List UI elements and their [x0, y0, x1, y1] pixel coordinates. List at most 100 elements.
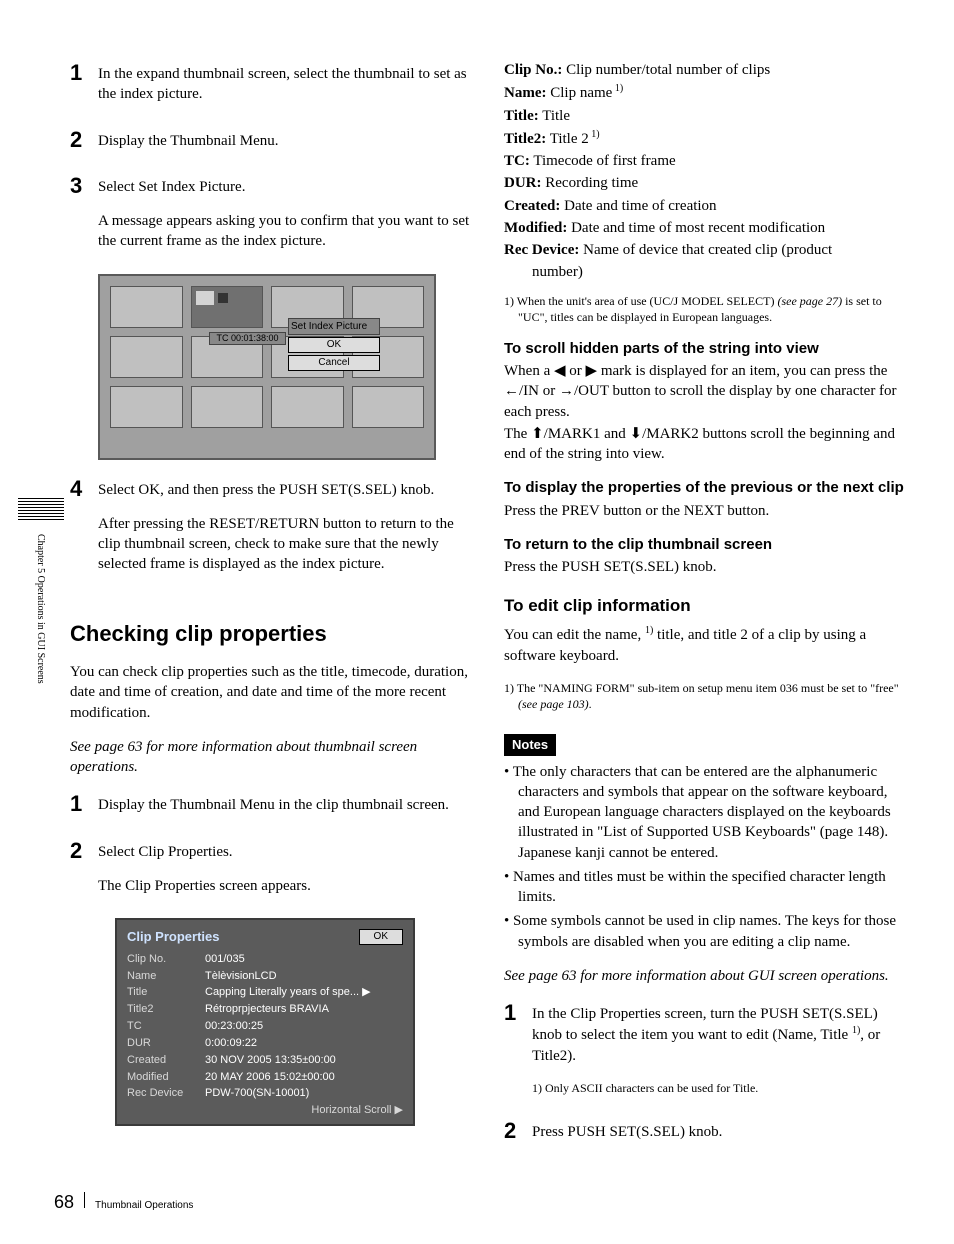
thumb-cell: [110, 286, 183, 328]
footnote-step: 1) Only ASCII characters can be used for…: [532, 1080, 904, 1096]
screenshot-set-index-picture: TC 00:01:38:00 Set Index Picture OK Canc…: [98, 274, 436, 460]
step-number: 3: [70, 173, 98, 266]
step-number: 4: [70, 476, 98, 589]
prop-value: TèlèvisionLCD: [205, 969, 403, 984]
prop-label: Created: [127, 1053, 205, 1068]
step-number: 2: [70, 838, 98, 911]
step-followup: The Clip Properties screen appears.: [98, 876, 472, 896]
prop-value: PDW-700(SN-10001): [205, 1086, 403, 1101]
prop-value: 0:00:09:22: [205, 1036, 403, 1051]
heading-prev-next: To display the properties of the previou…: [504, 478, 904, 498]
page-number: 68: [54, 1190, 74, 1214]
heading-return: To return to the clip thumbnail screen: [504, 535, 904, 555]
arrow-left-icon: ←: [504, 382, 519, 399]
def-created: Created: Date and time of creation: [504, 196, 904, 216]
thumb-cell: [191, 386, 264, 428]
step-number: 1: [504, 1000, 532, 1110]
step-followup: After pressing the RESET/RETURN button t…: [98, 514, 472, 575]
clip-prop-row: TC00:23:00:25: [127, 1019, 403, 1034]
step-text: In the Clip Properties screen, turn the …: [532, 1004, 904, 1066]
edit-clip-body: You can edit the name, 1) title, and tit…: [504, 624, 904, 666]
cancel-button[interactable]: Cancel: [288, 355, 380, 371]
ok-button[interactable]: OK: [288, 337, 380, 353]
step-followup: A message appears asking you to confirm …: [98, 211, 472, 252]
footnote-edit: 1) The "NAMING FORM" sub-item on setup m…: [504, 680, 904, 712]
prop-label: Title2: [127, 1002, 205, 1017]
step-number: 1: [70, 60, 98, 119]
step-b-2: 2 Select Clip Properties. The Clip Prope…: [70, 838, 472, 911]
arrow-right-icon: →: [559, 382, 574, 399]
def-title: Title: Title: [504, 106, 904, 126]
def-clip-no: Clip No.: Clip number/total number of cl…: [504, 60, 904, 80]
heading-scroll-hidden: To scroll hidden parts of the string int…: [504, 339, 904, 359]
def-name: Name: Clip name 1): [504, 82, 904, 103]
notes-label: Notes: [504, 734, 556, 756]
triangle-right-icon: ▶: [586, 362, 598, 379]
def-dur: DUR: Recording time: [504, 173, 904, 193]
clip-prop-row: DUR0:00:09:22: [127, 1036, 403, 1051]
prop-value: 001/035: [205, 952, 403, 967]
left-column: 1 In the expand thumbnail screen, select…: [70, 60, 472, 1164]
return-body: Press the PUSH SET(S.SEL) knob.: [504, 557, 904, 577]
footer-title: Thumbnail Operations: [95, 1199, 193, 1213]
prop-label: Modified: [127, 1070, 205, 1085]
prop-value: 20 MAY 2006 15:02±00:00: [205, 1070, 403, 1085]
prop-label: TC: [127, 1019, 205, 1034]
notes-list: The only characters that can be entered …: [504, 762, 904, 952]
heading-edit-clip-info: To edit clip information: [504, 595, 904, 618]
heading-checking-clip-properties: Checking clip properties: [70, 619, 472, 649]
step-text: Display the Thumbnail Menu in the clip t…: [98, 795, 472, 815]
prop-value: Rétroprpjecteurs BRAVIA: [205, 1002, 403, 1017]
step-a-4: 4 Select OK, and then press the PUSH SET…: [70, 476, 472, 589]
sidebar-stripes: [18, 498, 64, 522]
step-text: Select OK, and then press the PUSH SET(S…: [98, 480, 472, 500]
note-item: Some symbols cannot be used in clip name…: [504, 911, 904, 952]
right-column: Clip No.: Clip number/total number of cl…: [504, 60, 904, 1164]
see-also: See page 63 for more information about G…: [504, 966, 904, 986]
step-text: Select Clip Properties.: [98, 842, 472, 862]
thumb-cell: [110, 386, 183, 428]
clip-prop-row: Created30 NOV 2005 13:35±00:00: [127, 1053, 403, 1068]
thumb-cell: [352, 386, 425, 428]
arrow-down-icon: ⬇: [630, 425, 643, 442]
scroll-hidden-body: When a ◀ or ▶ mark is displayed for an i…: [504, 361, 904, 422]
clip-prop-row: Clip No.001/035: [127, 952, 403, 967]
step-a-3: 3 Select Set Index Picture. A message ap…: [70, 173, 472, 266]
prev-next-body: Press the PREV button or the NEXT button…: [504, 501, 904, 521]
prop-label: Clip No.: [127, 952, 205, 967]
arrow-up-icon: ⬆: [531, 425, 544, 442]
step-text: Display the Thumbnail Menu.: [98, 131, 472, 151]
step-a-2: 2 Display the Thumbnail Menu.: [70, 127, 472, 165]
def-modified: Modified: Date and time of most recent m…: [504, 218, 904, 238]
step-b-1: 1 Display the Thumbnail Menu in the clip…: [70, 791, 472, 829]
horizontal-scroll-hint: Horizontal Scroll ▶: [127, 1103, 403, 1118]
step-text: Press PUSH SET(S.SEL) knob.: [532, 1122, 904, 1142]
thumb-cell-selected: [191, 286, 264, 328]
clip-props-title: Clip Properties: [127, 928, 219, 946]
prop-value: 00:23:00:25: [205, 1019, 403, 1034]
prop-label: Title: [127, 985, 205, 1000]
section-intro: You can check clip properties such as th…: [70, 662, 472, 723]
prop-value: Capping Literally years of spe... ▶: [205, 985, 403, 1000]
step-number: 2: [504, 1118, 532, 1156]
see-also: See page 63 for more information about t…: [70, 737, 472, 778]
step-number: 2: [70, 127, 98, 165]
def-rec-device-cont: number): [504, 262, 904, 282]
sidebar-chapter-label: Chapter 5 Operations in GUI Screens: [34, 534, 48, 684]
def-title2: Title2: Title 2 1): [504, 128, 904, 149]
scroll-hidden-body2: The ⬆/MARK1 and ⬇/MARK2 buttons scroll t…: [504, 424, 904, 465]
step-a-1: 1 In the expand thumbnail screen, select…: [70, 60, 472, 119]
step-text: In the expand thumbnail screen, select t…: [98, 64, 472, 105]
triangle-left-icon: ◀: [554, 362, 566, 379]
note-item: Names and titles must be within the spec…: [504, 867, 904, 908]
page-footer: 68 Thumbnail Operations: [54, 1190, 193, 1214]
ok-button[interactable]: OK: [359, 929, 403, 945]
prop-label: DUR: [127, 1036, 205, 1051]
def-tc: TC: Timecode of first frame: [504, 151, 904, 171]
popup-title: Set Index Picture: [288, 318, 380, 336]
step-number: 1: [70, 791, 98, 829]
clip-prop-row: Title2Rétroprpjecteurs BRAVIA: [127, 1002, 403, 1017]
step-c-2: 2 Press PUSH SET(S.SEL) knob.: [504, 1118, 904, 1156]
timecode-label: TC 00:01:38:00: [209, 332, 286, 345]
prop-label: Name: [127, 969, 205, 984]
